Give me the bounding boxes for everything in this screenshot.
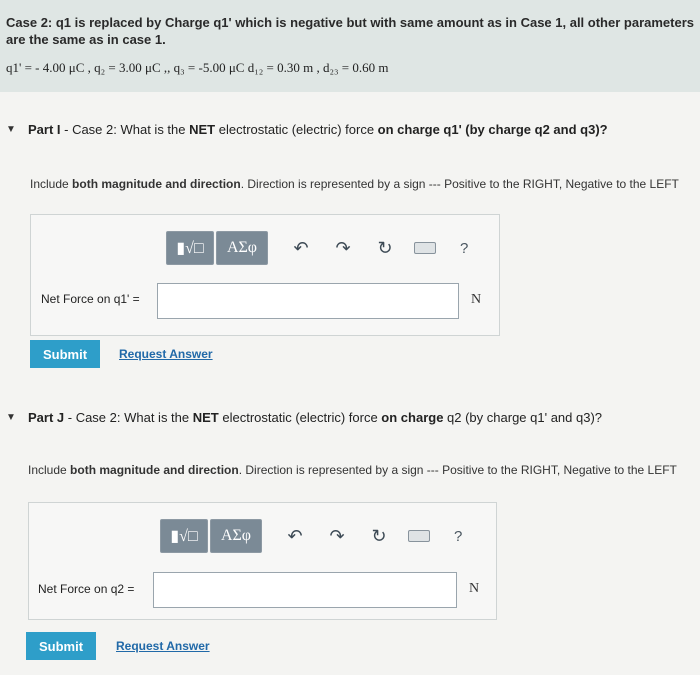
part-j-field-label: Net Force on q2 =: [38, 582, 135, 596]
part-i-question-prefix: - Case 2: What is the: [60, 122, 190, 137]
part-i-field-label: Net Force on q1' =: [41, 292, 140, 306]
part-j-label: Part J: [28, 410, 65, 425]
collapse-triangle-icon[interactable]: ▼: [0, 412, 22, 423]
part-j-request-answer-link[interactable]: Request Answer: [116, 639, 210, 653]
undo-icon[interactable]: ↶: [286, 526, 304, 547]
part-i-instr-suffix: . Direction is represented by a sign ---…: [240, 177, 679, 191]
part-i-math-toolbar: ▮√□ ΑΣφ ↶ ↷ ↻ ?: [166, 231, 468, 265]
part-j-section: ▼ Part J - Case 2: What is the NET elect…: [0, 410, 700, 425]
reset-icon[interactable]: ↻: [376, 238, 394, 259]
case-header: Case 2: q1 is replaced by Charge q1' whi…: [0, 0, 700, 92]
part-i-instructions: Include both magnitude and direction. Di…: [30, 176, 680, 192]
part-j-instr-prefix: Include: [28, 463, 71, 477]
part-i-instr-strong: both magnitude and direction: [72, 177, 241, 191]
part-j-instructions: Include both magnitude and direction. Di…: [28, 462, 680, 478]
part-i-instr-prefix: Include: [30, 177, 73, 191]
part-i-unit: N: [471, 292, 482, 307]
part-j-question-mid: electrostatic (electric) force: [218, 410, 382, 425]
part-i-answer-input[interactable]: [157, 283, 459, 319]
template-button[interactable]: ▮√□: [166, 231, 214, 265]
part-i-request-answer-link[interactable]: Request Answer: [119, 347, 213, 361]
part-i-question-target: on charge q1' (by charge q2 and q3)?: [377, 122, 608, 137]
template-button[interactable]: ▮√□: [160, 519, 208, 553]
help-icon[interactable]: ?: [460, 240, 468, 257]
part-j-header[interactable]: ▼ Part J - Case 2: What is the NET elect…: [0, 410, 700, 425]
part-i-question-net: NET: [189, 122, 216, 137]
part-j-submit-button[interactable]: Submit: [26, 632, 96, 660]
part-j-question-suffix: q2 (by charge q1' and q3)?: [443, 410, 603, 425]
part-i-header[interactable]: ▼ Part I - Case 2: What is the NET elect…: [0, 122, 700, 137]
undo-icon[interactable]: ↶: [292, 238, 310, 259]
greek-symbols-button[interactable]: ΑΣφ: [210, 519, 262, 553]
reset-icon[interactable]: ↻: [370, 526, 388, 547]
part-j-instr-strong: both magnitude and direction: [70, 463, 239, 477]
keyboard-icon[interactable]: [414, 242, 436, 254]
case-parameters: q1' = - 4.00 μC , q₂ = 3.00 μC ,, q₃ = -…: [6, 60, 389, 75]
keyboard-icon[interactable]: [408, 530, 430, 542]
part-j-unit: N: [469, 581, 480, 596]
help-icon[interactable]: ?: [454, 528, 462, 545]
part-j-math-toolbar: ▮√□ ΑΣφ ↶ ↷ ↻ ?: [160, 519, 462, 553]
part-j-question-target: on charge: [381, 410, 444, 425]
part-j-answer-input[interactable]: [153, 572, 457, 608]
redo-icon[interactable]: ↷: [328, 526, 346, 547]
part-i-section: ▼ Part I - Case 2: What is the NET elect…: [0, 122, 700, 137]
part-i-submit-button[interactable]: Submit: [30, 340, 100, 368]
collapse-triangle-icon[interactable]: ▼: [0, 124, 22, 135]
part-j-instr-suffix: . Direction is represented by a sign ---…: [238, 463, 677, 477]
part-j-question-prefix: - Case 2: What is the: [64, 410, 193, 425]
part-i-question-mid: electrostatic (electric) force: [215, 122, 378, 137]
case-title: Case 2: q1 is replaced by Charge q1' whi…: [6, 15, 694, 47]
greek-symbols-button[interactable]: ΑΣφ: [216, 231, 268, 265]
redo-icon[interactable]: ↷: [334, 238, 352, 259]
part-j-question-net: NET: [192, 410, 219, 425]
part-i-label: Part I: [28, 122, 61, 137]
